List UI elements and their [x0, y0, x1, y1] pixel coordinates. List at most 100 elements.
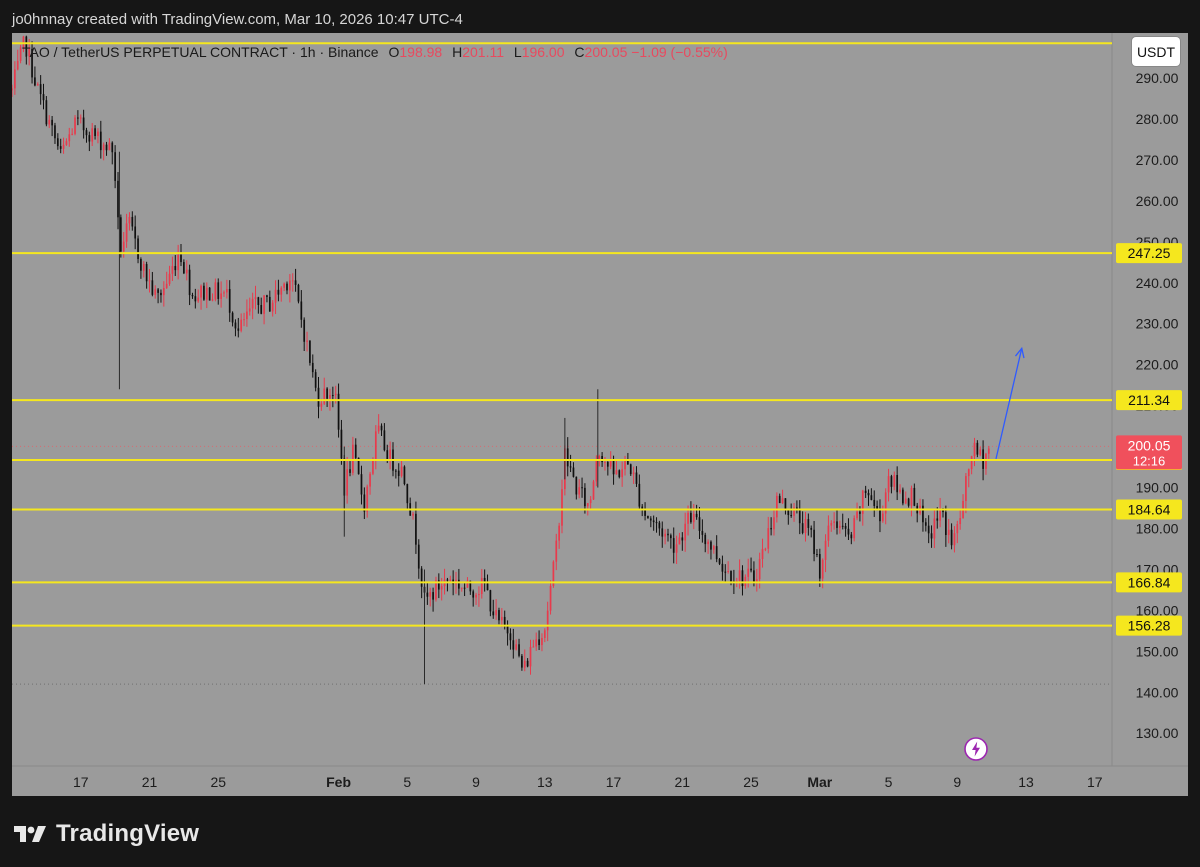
- candle-body: [446, 579, 449, 581]
- candle-body: [953, 533, 956, 546]
- candle-body: [890, 476, 893, 487]
- candle-body: [360, 474, 363, 495]
- level-price-label: 184.64: [1128, 501, 1171, 517]
- projection-arrow-line[interactable]: [995, 348, 1023, 460]
- candle-body: [824, 540, 827, 560]
- candle-body: [644, 510, 646, 516]
- candle-body: [649, 518, 652, 521]
- candle-body: [738, 570, 741, 581]
- candle-body: [947, 529, 950, 536]
- candle-body: [618, 470, 621, 478]
- candle-body: [927, 525, 930, 534]
- candle-body: [821, 559, 824, 579]
- candle-body: [111, 142, 114, 153]
- candle-body: [758, 558, 761, 580]
- candle-body: [460, 587, 463, 589]
- candle-body: [228, 289, 231, 313]
- candle-body: [798, 509, 801, 524]
- candle-body: [366, 486, 369, 512]
- candle-body: [635, 472, 638, 484]
- candle-body: [572, 467, 575, 477]
- symbol-legend: TAO / TetherUS PERPETUAL CONTRACT · 1h ·…: [22, 44, 728, 60]
- candle-body: [876, 505, 878, 509]
- candle-body: [85, 130, 88, 136]
- candle-body: [397, 470, 400, 476]
- candle-body: [965, 476, 967, 502]
- price-chart[interactable]: 130.00140.00150.00160.00170.00180.00190.…: [12, 33, 1188, 796]
- candle-body: [194, 296, 197, 302]
- candle-body: [701, 530, 704, 535]
- candle-body: [907, 498, 910, 506]
- candle-body: [675, 544, 678, 553]
- candle-body: [145, 264, 148, 282]
- high-label: H: [452, 44, 463, 60]
- candle-body: [200, 285, 202, 298]
- candle-body: [65, 141, 68, 145]
- candle-body: [873, 499, 876, 506]
- candle-body: [300, 301, 303, 320]
- current-price-label: 200.05: [1128, 437, 1171, 453]
- lightning-icon[interactable]: [964, 737, 988, 761]
- candle-body: [841, 525, 844, 527]
- candle-body: [394, 470, 397, 472]
- candle-body: [561, 489, 563, 526]
- candle-body: [303, 319, 306, 342]
- candle-body: [237, 328, 240, 331]
- candle-body: [283, 283, 285, 288]
- candle-body: [538, 639, 540, 646]
- candle-body: [97, 131, 99, 137]
- candle-body: [34, 77, 36, 86]
- candle-body: [867, 492, 870, 496]
- candle-body: [51, 119, 53, 126]
- candle-body: [521, 655, 523, 668]
- candle-body: [268, 296, 271, 312]
- level-price-label: 156.28: [1128, 618, 1171, 634]
- candle-body: [480, 577, 483, 595]
- y-tick-label: 280.00: [1136, 111, 1179, 127]
- candle-body: [223, 292, 225, 294]
- chart-caption: jo0hnnay created with TradingView.com, M…: [12, 11, 463, 28]
- candle-body: [624, 460, 626, 470]
- candle-body: [463, 587, 466, 589]
- candle-body: [257, 297, 260, 306]
- candle-body: [289, 280, 291, 291]
- chart-panel[interactable]: 130.00 140.00 150.00 160.00 170.00 180.00 190.…: [12, 33, 1188, 796]
- candle-body: [114, 152, 116, 181]
- candle-body: [827, 525, 830, 541]
- candle-body: [16, 60, 19, 70]
- candle-body: [575, 476, 578, 495]
- y-tick-label: 220.00: [1136, 357, 1179, 373]
- low-label: L: [513, 44, 522, 60]
- candle-body: [667, 533, 669, 536]
- candle-body: [417, 544, 420, 569]
- candle-body: [652, 520, 655, 523]
- candle-body: [781, 498, 784, 504]
- candle-body: [850, 534, 853, 539]
- candle-body: [99, 131, 102, 151]
- candle-body: [354, 444, 357, 458]
- candle-body: [251, 298, 254, 309]
- candle-body: [790, 515, 793, 517]
- candle-body: [967, 469, 970, 477]
- candle-body: [231, 312, 234, 323]
- candle-body: [294, 280, 297, 285]
- candle-body: [486, 583, 489, 591]
- candle-body: [151, 280, 154, 295]
- candle-body: [902, 489, 904, 504]
- candle-body: [203, 285, 205, 300]
- candle-body: [157, 289, 159, 293]
- candle-body: [280, 287, 283, 295]
- candle-body: [56, 138, 59, 147]
- candle-body: [320, 403, 323, 407]
- price-scale[interactable]: [1112, 33, 1188, 796]
- candle-body: [205, 287, 208, 300]
- candle-body: [326, 388, 328, 399]
- candle-body: [243, 319, 245, 321]
- candle-body: [102, 144, 105, 151]
- candle-body: [830, 522, 833, 526]
- candle-body: [761, 548, 764, 559]
- candle-body: [870, 495, 873, 500]
- candle-body: [595, 460, 598, 482]
- currency-unit-button[interactable]: USDT: [1132, 37, 1180, 66]
- candle-body: [655, 522, 658, 524]
